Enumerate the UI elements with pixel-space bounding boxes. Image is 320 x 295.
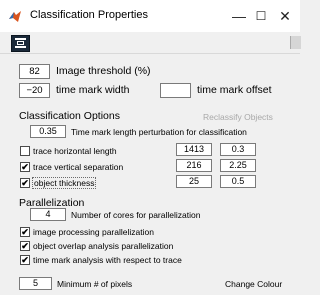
object-overlap-parallelization-label: object overlap analysis parallelization [33,241,174,251]
image-processing-parallelization-label: image processing parallelization [33,227,154,237]
object-overlap-parallelization-checkbox[interactable]: ✔ [20,241,30,251]
trace-horizontal-length-checkbox[interactable] [20,146,30,156]
minimize-button[interactable]: — [228,6,250,26]
object-thickness-weight[interactable]: 0.5 [220,175,256,188]
close-button[interactable]: ✕ [274,6,296,26]
trace-vertical-separation-value[interactable]: 216 [176,159,212,172]
time-mark-offset-input[interactable] [160,83,191,98]
trace-vertical-separation-weight[interactable]: 2.25 [220,159,256,172]
cores-label: Number of cores for parallelization [71,210,201,220]
toolbar-button[interactable] [11,35,30,52]
time-mark-analysis-checkbox[interactable]: ✔ [20,255,30,265]
trace-horizontal-length-weight[interactable]: 0.3 [220,143,256,156]
reclassify-objects-button[interactable]: Reclassify Objects [203,112,273,122]
trace-vertical-separation-label: trace vertical separation [33,162,124,172]
maximize-button[interactable]: ☐ [250,6,272,26]
object-thickness-value[interactable]: 25 [176,175,212,188]
classification-options-heading: Classification Options [19,110,120,122]
image-threshold-label: Image threshold (%) [56,65,151,77]
time-mark-analysis-label: time mark analysis with respect to trace [33,255,182,265]
object-thickness-label: object thickness [32,177,97,189]
toolbar-divider [0,53,300,54]
trace-horizontal-length-label: trace horizontal length [33,146,117,156]
trace-vertical-separation-checkbox[interactable]: ✔ [20,162,30,172]
perturbation-label: Time mark length perturbation for classi… [71,127,247,137]
perturbation-input[interactable]: 0.35 [30,125,66,138]
time-mark-width-label: time mark width [56,84,130,96]
image-processing-parallelization-checkbox[interactable]: ✔ [20,227,30,237]
min-pixels-input[interactable]: 5 [19,277,52,290]
toolbar-overflow-icon[interactable] [290,36,301,49]
time-mark-offset-label: time mark offset [197,84,272,96]
change-colour-button[interactable]: Change Colour [225,279,282,289]
window-title: Classification Properties [30,9,148,21]
min-pixels-label: Minimum # of pixels [57,279,133,289]
matlab-app-icon [9,11,21,22]
image-threshold-input[interactable]: 82 [19,64,50,79]
time-mark-width-input[interactable]: −20 [19,83,50,98]
trace-horizontal-length-value[interactable]: 1413 [176,143,212,156]
cores-input[interactable]: 4 [30,208,66,221]
object-thickness-checkbox[interactable]: ✔ [20,178,30,188]
